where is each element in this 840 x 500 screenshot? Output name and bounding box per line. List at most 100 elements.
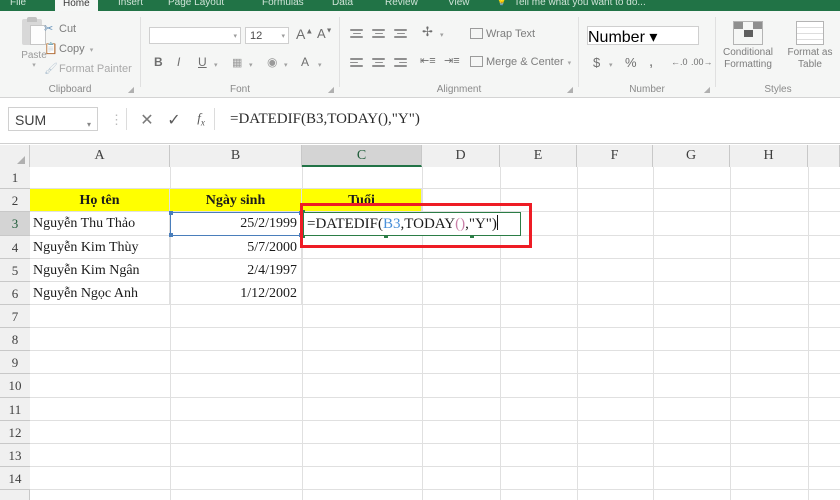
cell-B6[interactable]: 1/12/2002: [170, 282, 302, 305]
wrap-text-button[interactable]: Wrap Text: [470, 28, 535, 40]
align-left-icon[interactable]: [350, 58, 363, 69]
copy-button[interactable]: 📋Copy ▾: [44, 42, 93, 55]
number-dialog-launcher[interactable]: ◢: [704, 85, 710, 94]
cell-A3[interactable]: Nguyễn Thu Thảo: [30, 212, 170, 236]
row-header-10[interactable]: 10: [0, 374, 30, 398]
font-name-box[interactable]: ▾: [149, 27, 241, 44]
orientation-icon[interactable]: ✢: [422, 24, 433, 40]
accounting-format-button[interactable]: $: [593, 55, 600, 70]
tab-page-layout[interactable]: Page Layout: [168, 0, 224, 11]
bold-button[interactable]: B: [154, 55, 163, 69]
font-size-box[interactable]: 12 ▾: [245, 27, 289, 44]
row-header-6[interactable]: 6: [0, 282, 30, 305]
row-header-5[interactable]: 5: [0, 259, 30, 282]
copy-dropdown-caret-icon[interactable]: ▾: [90, 47, 94, 54]
column-header-i[interactable]: [808, 145, 840, 167]
fx-icon[interactable]: fx: [190, 110, 212, 128]
column-header-g[interactable]: G: [653, 145, 730, 167]
underline-caret-icon[interactable]: ▾: [214, 61, 218, 69]
cell-C3-editor[interactable]: =DATEDIF(B3,TODAY(),"Y"): [303, 212, 521, 236]
decrease-indent-icon[interactable]: ⇤≡: [420, 54, 436, 67]
fill-color-caret-icon[interactable]: ▾: [284, 61, 288, 69]
row-header-1[interactable]: 1: [0, 167, 30, 189]
cell-A4[interactable]: Nguyễn Kim Thùy: [30, 236, 170, 259]
align-center-icon[interactable]: [372, 58, 385, 69]
cell-C2[interactable]: Tuổi: [302, 189, 422, 212]
column-header-c[interactable]: C: [302, 145, 422, 167]
comma-format-button[interactable]: ,: [649, 53, 653, 70]
row-header-11[interactable]: 11: [0, 398, 30, 421]
cell-B5[interactable]: 2/4/1997: [170, 259, 302, 282]
font-color-icon[interactable]: A: [301, 55, 309, 69]
row-header-7[interactable]: 7: [0, 305, 30, 328]
cell-B3[interactable]: 25/2/1999: [170, 212, 302, 236]
column-header-f[interactable]: F: [577, 145, 653, 167]
name-box-caret-icon[interactable]: ▾: [87, 115, 91, 135]
font-size-caret-icon[interactable]: ▾: [281, 32, 285, 40]
row-header-8[interactable]: 8: [0, 328, 30, 351]
alignment-dialog-launcher[interactable]: ◢: [567, 85, 573, 94]
name-box[interactable]: SUM ▾: [8, 107, 98, 131]
clipboard-dialog-launcher[interactable]: ◢: [128, 85, 134, 94]
cell-A5[interactable]: Nguyễn Kim Ngân: [30, 259, 170, 282]
underline-button[interactable]: U: [198, 55, 207, 69]
align-top-icon[interactable]: [350, 29, 363, 40]
row-header-2[interactable]: 2: [0, 189, 30, 212]
grow-font-button[interactable]: A▲: [296, 26, 313, 42]
shrink-font-button[interactable]: A▼: [317, 26, 333, 41]
formula-input[interactable]: =DATEDIF(B3,TODAY(),"Y"): [222, 104, 832, 134]
column-header-h[interactable]: H: [730, 145, 808, 167]
tab-formulas[interactable]: Formulas: [262, 0, 304, 11]
row-header-9[interactable]: 9: [0, 351, 30, 374]
column-header-b[interactable]: B: [170, 145, 302, 167]
cancel-x-icon[interactable]: ✕: [136, 110, 158, 130]
align-right-icon[interactable]: [394, 58, 407, 69]
number-format-caret-icon[interactable]: ▾: [649, 29, 657, 46]
tab-file[interactable]: File: [10, 0, 26, 11]
column-header-a[interactable]: A: [30, 145, 170, 167]
accounting-caret-icon[interactable]: ▾: [609, 61, 613, 69]
cell-A6[interactable]: Nguyễn Ngọc Anh: [30, 282, 170, 305]
formula-token-tail: ,"Y"): [465, 216, 497, 232]
cut-button[interactable]: ✂ Cut: [44, 22, 76, 35]
row-header-4[interactable]: 4: [0, 236, 30, 259]
column-header-d[interactable]: D: [422, 145, 500, 167]
number-format-box[interactable]: Number ▾: [587, 26, 699, 46]
font-name-caret-icon[interactable]: ▾: [233, 32, 237, 40]
formula-bar-divider: [126, 108, 127, 130]
column-header-e[interactable]: E: [500, 145, 577, 167]
font-dialog-launcher[interactable]: ◢: [328, 85, 334, 94]
row-header-13[interactable]: 13: [0, 444, 30, 467]
merge-center-button[interactable]: Merge & Center ▾: [470, 56, 571, 68]
tab-view[interactable]: View: [448, 0, 470, 11]
align-bottom-icon[interactable]: [394, 29, 407, 40]
increase-decimal-button[interactable]: ←.0: [671, 57, 688, 67]
format-painter-button[interactable]: 🖌Format Painter: [44, 62, 132, 75]
row-header-14[interactable]: 14: [0, 467, 30, 490]
row-header-3[interactable]: 3: [0, 212, 30, 236]
italic-button[interactable]: I: [177, 55, 180, 69]
borders-icon[interactable]: ▦: [232, 56, 242, 69]
row-header-12[interactable]: 12: [0, 421, 30, 444]
tell-me-search[interactable]: Tell me what you want to do...: [514, 0, 646, 11]
tab-insert[interactable]: Insert: [118, 0, 143, 11]
format-as-table-button[interactable]: Format as Table: [778, 21, 840, 71]
merge-center-caret-icon[interactable]: ▾: [568, 60, 572, 67]
tab-data[interactable]: Data: [332, 0, 353, 11]
cell-A2[interactable]: Họ tên: [30, 189, 170, 212]
decrease-decimal-button[interactable]: .00→: [691, 57, 713, 67]
conditional-formatting-button[interactable]: Conditional Formatting: [716, 21, 780, 71]
font-color-caret-icon[interactable]: ▾: [318, 61, 322, 69]
confirm-check-icon[interactable]: ✓: [163, 110, 185, 130]
borders-caret-icon[interactable]: ▾: [249, 61, 253, 69]
tab-home[interactable]: Home: [55, 0, 98, 11]
tab-review[interactable]: Review: [385, 0, 418, 11]
align-middle-icon[interactable]: [372, 29, 385, 40]
percent-format-button[interactable]: %: [625, 55, 637, 70]
select-all-corner[interactable]: [0, 145, 30, 167]
cell-B2[interactable]: Ngày sinh: [170, 189, 302, 212]
increase-indent-icon[interactable]: ⇥≡: [444, 54, 460, 67]
fill-color-icon[interactable]: ◉: [267, 55, 277, 69]
orientation-caret-icon[interactable]: ▾: [440, 31, 444, 39]
cell-B4[interactable]: 5/7/2000: [170, 236, 302, 259]
